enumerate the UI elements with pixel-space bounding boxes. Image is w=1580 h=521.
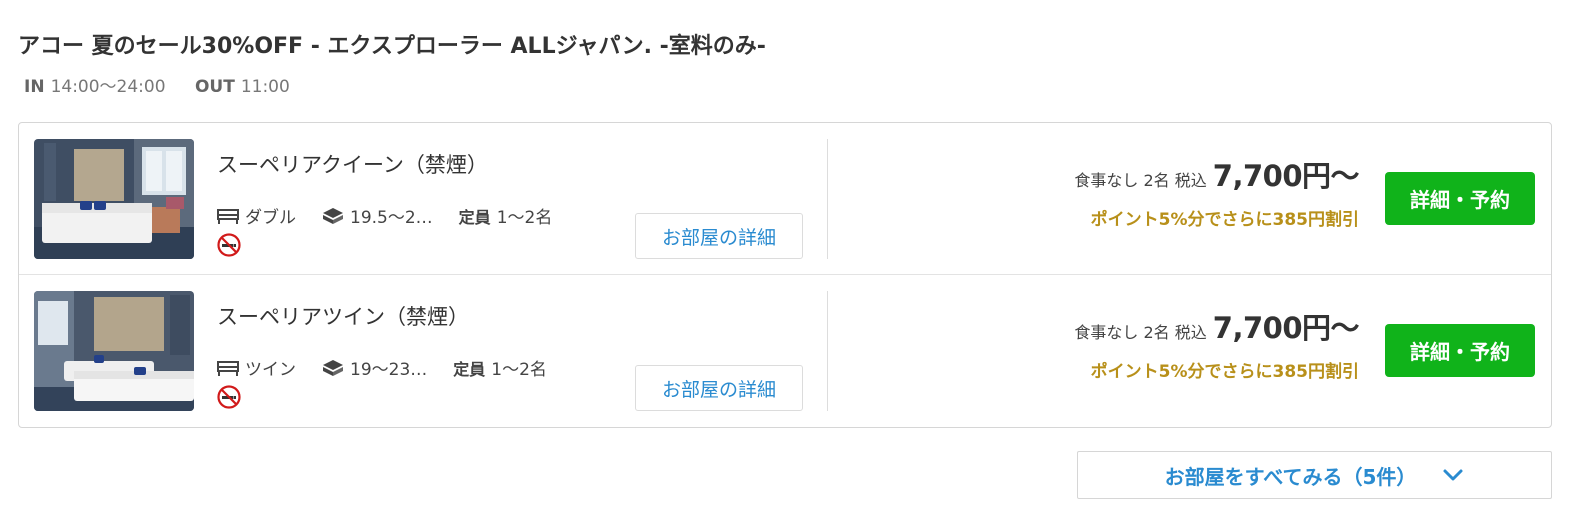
price-amount: 7,700円〜: [1212, 311, 1360, 345]
room-name[interactable]: スーペリアクイーン（禁煙）: [217, 149, 488, 179]
room-photo[interactable]: [34, 291, 194, 411]
checkin-label: IN: [24, 77, 45, 97]
bed-type: ダブル: [217, 203, 296, 228]
checkin-time: 14:00〜24:00: [50, 77, 166, 97]
capacity-label: 定員: [453, 359, 486, 379]
chevron-down-icon: [1443, 469, 1463, 481]
room-specs: ツイン 19〜23… 定員 1〜2名: [217, 355, 573, 380]
room-capacity: 定員 1〜2名: [458, 203, 553, 229]
room-area-label: 19〜23…: [350, 360, 428, 380]
room-detail-button[interactable]: お部屋の詳細: [635, 213, 803, 259]
divider: [827, 291, 828, 411]
room-row: スーペリアツイン（禁煙） ツイン 19〜23… 定員 1〜2名 お部屋の詳細 食: [19, 275, 1551, 427]
capacity-value: 1〜2名: [496, 208, 553, 228]
price-conditions: 食事なし 2名 税込: [1074, 323, 1207, 342]
price-line: 食事なし 2名 税込 7,700円〜: [1074, 153, 1359, 195]
capacity-value: 1〜2名: [491, 360, 547, 380]
room-area: 19〜23…: [322, 355, 427, 380]
room-area: 19.5〜2…: [322, 203, 433, 228]
room-list: スーペリアクイーン（禁煙） ダブル 19.5〜2… 定員 1〜2名 お部屋の詳細: [18, 122, 1552, 428]
checkout-label: OUT: [194, 77, 235, 97]
point-discount: ポイント5%分でさらに385円割引: [1090, 210, 1359, 230]
bed-type-label: ダブル: [245, 208, 296, 228]
view-all-rooms-button[interactable]: お部屋をすべてみる（5件）: [1077, 451, 1552, 499]
book-button[interactable]: 詳細・予約: [1385, 324, 1535, 377]
bed-icon: [217, 360, 239, 376]
price-amount: 7,700円〜: [1212, 159, 1360, 193]
bed-icon: [217, 208, 239, 224]
bed-type: ツイン: [217, 355, 296, 380]
no-smoking-icon: [217, 233, 241, 257]
checkin-checkout-times: IN 14:00〜24:00 OUT 11:00: [24, 72, 314, 97]
divider: [827, 139, 828, 259]
plan-title: アコー 夏のセール30%OFF - エクスプローラー ALLジャパン. -室料の…: [18, 34, 766, 59]
checkout-time: 11:00: [240, 77, 290, 97]
bed-type-label: ツイン: [245, 360, 296, 380]
point-discount: ポイント5%分でさらに385円割引: [1090, 362, 1359, 382]
room-capacity: 定員 1〜2名: [453, 355, 547, 381]
price-line: 食事なし 2名 税込 7,700円〜: [1074, 305, 1359, 347]
area-icon: [323, 359, 343, 376]
room-photo[interactable]: [34, 139, 194, 259]
area-icon: [323, 207, 343, 224]
price-conditions: 食事なし 2名 税込: [1074, 171, 1207, 190]
room-row: スーペリアクイーン（禁煙） ダブル 19.5〜2… 定員 1〜2名 お部屋の詳細: [19, 123, 1551, 275]
room-area-label: 19.5〜2…: [350, 208, 433, 228]
room-specs: ダブル 19.5〜2… 定員 1〜2名: [217, 203, 578, 228]
room-detail-button[interactable]: お部屋の詳細: [635, 365, 803, 411]
no-smoking-icon: [217, 385, 241, 409]
capacity-label: 定員: [458, 207, 491, 227]
room-name[interactable]: スーペリアツイン（禁煙）: [217, 301, 469, 331]
book-button[interactable]: 詳細・予約: [1385, 172, 1535, 225]
view-all-rooms-label: お部屋をすべてみる（5件）: [1164, 464, 1417, 489]
